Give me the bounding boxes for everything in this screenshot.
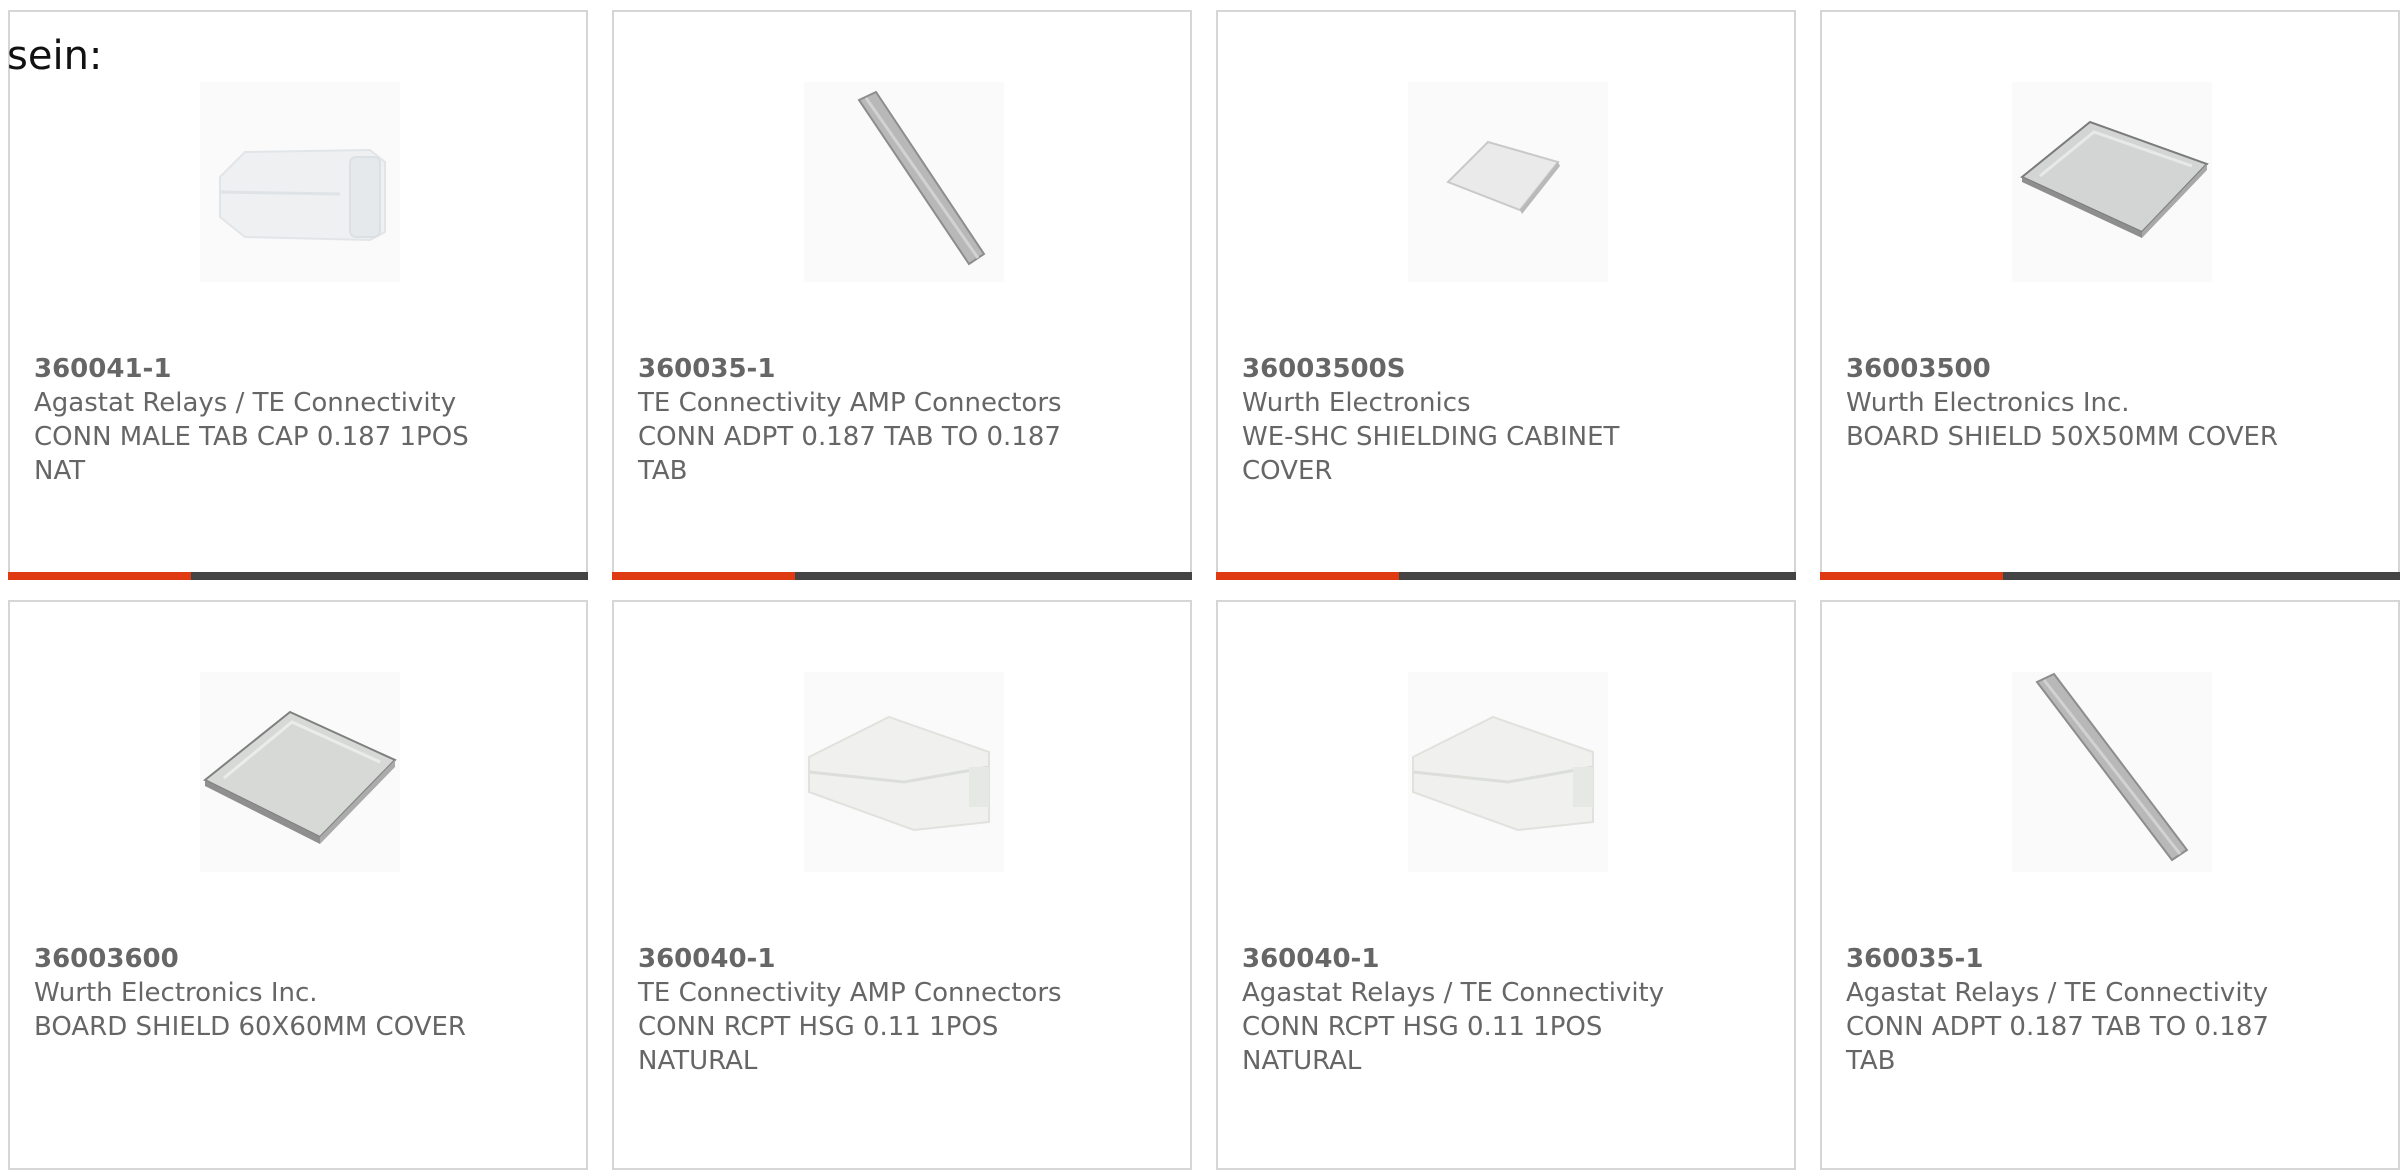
product-image[interactable] [804, 672, 1004, 872]
part-number[interactable]: 360035-1 [1846, 942, 2286, 976]
description: CONN ADPT 0.187 TAB TO 0.187 TAB [1846, 1012, 2269, 1076]
product-image[interactable] [2012, 672, 2212, 872]
product-card[interactable]: 360035-1 Agastat Relays / TE Connectivit… [1820, 600, 2400, 1170]
card-accent-bar [1820, 572, 2003, 580]
card-accent-bar [8, 572, 191, 580]
description: WE-SHC SHIELDING CABINET COVER [1242, 422, 1620, 486]
tab-cap-image [200, 82, 400, 282]
shield-cover-image [200, 672, 400, 872]
small-plate-image [1408, 82, 1608, 282]
product-image[interactable] [804, 82, 1004, 282]
manufacturer: TE Connectivity AMP Connectors [638, 388, 1062, 418]
part-number[interactable]: 360040-1 [1242, 942, 1682, 976]
product-image[interactable] [1408, 82, 1608, 282]
card-bottom-bar [1216, 572, 1796, 580]
product-image[interactable] [200, 82, 400, 282]
product-grid: 360041-1 Agastat Relays / TE Connectivit… [8, 10, 2400, 1170]
metal-strip-image [804, 82, 1004, 282]
product-card[interactable]: 360041-1 Agastat Relays / TE Connectivit… [8, 10, 588, 580]
product-card[interactable]: 36003500S Wurth Electronics WE-SHC SHIEL… [1216, 10, 1796, 580]
manufacturer: Wurth Electronics Inc. [1846, 388, 2130, 418]
manufacturer: Agastat Relays / TE Connectivity [1242, 978, 1665, 1008]
manufacturer: Agastat Relays / TE Connectivity [34, 388, 457, 418]
description: CONN ADPT 0.187 TAB TO 0.187 TAB [638, 422, 1061, 486]
product-card[interactable]: 360035-1 TE Connectivity AMP Connectors … [612, 10, 1192, 580]
part-number[interactable]: 360035-1 [638, 352, 1078, 386]
product-image[interactable] [2012, 82, 2212, 282]
description: CONN RCPT HSG 0.11 1POS NATURAL [638, 1012, 999, 1076]
description: BOARD SHIELD 50X50MM COVER [1846, 422, 2278, 452]
page-label: sein: [7, 33, 103, 79]
metal-strip-image [2012, 672, 2212, 872]
receptacle-housing-image [1408, 672, 1608, 872]
part-number[interactable]: 360040-1 [638, 942, 1078, 976]
manufacturer: Agastat Relays / TE Connectivity [1846, 978, 2269, 1008]
manufacturer: Wurth Electronics [1242, 388, 1471, 418]
card-bottom-bar [8, 572, 588, 580]
part-number[interactable]: 36003500S [1242, 352, 1682, 386]
manufacturer: TE Connectivity AMP Connectors [638, 978, 1062, 1008]
product-card[interactable]: 360040-1 TE Connectivity AMP Connectors … [612, 600, 1192, 1170]
product-card[interactable]: 36003500 Wurth Electronics Inc. BOARD SH… [1820, 10, 2400, 580]
description: CONN RCPT HSG 0.11 1POS NATURAL [1242, 1012, 1603, 1076]
card-bottom-bar [1820, 572, 2400, 580]
product-card[interactable]: 36003600 Wurth Electronics Inc. BOARD SH… [8, 600, 588, 1170]
product-card[interactable]: 360040-1 Agastat Relays / TE Connectivit… [1216, 600, 1796, 1170]
part-number[interactable]: 360041-1 [34, 352, 474, 386]
manufacturer: Wurth Electronics Inc. [34, 978, 318, 1008]
shield-cover-image [2012, 82, 2212, 282]
receptacle-housing-image [804, 672, 1004, 872]
description: CONN MALE TAB CAP 0.187 1POS NAT [34, 422, 469, 486]
part-number[interactable]: 36003600 [34, 942, 474, 976]
card-bottom-bar [612, 572, 1192, 580]
card-accent-bar [612, 572, 795, 580]
description: BOARD SHIELD 60X60MM COVER [34, 1012, 466, 1042]
product-image[interactable] [200, 672, 400, 872]
product-image[interactable] [1408, 672, 1608, 872]
part-number[interactable]: 36003500 [1846, 352, 2286, 386]
card-accent-bar [1216, 572, 1399, 580]
